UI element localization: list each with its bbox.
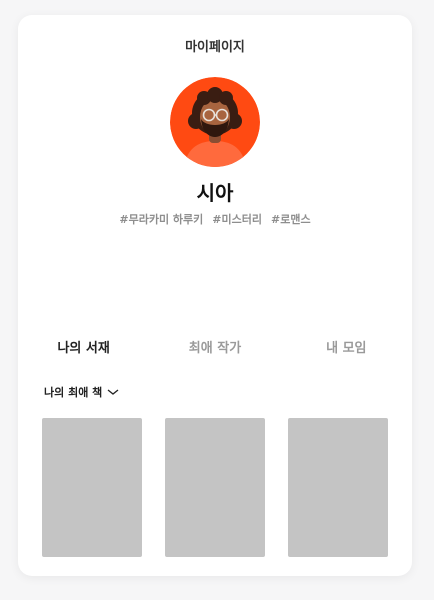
user-avatar-icon (170, 77, 260, 167)
profile-tag[interactable]: #로맨스 (271, 211, 311, 227)
tab-my-library[interactable]: 나의 서재 (18, 337, 149, 356)
profile-tags: #무라카미 하루키 #미스터리 #로맨스 (18, 211, 412, 227)
profile-tag[interactable]: #미스터리 (212, 211, 262, 227)
profile-avatar[interactable] (170, 77, 260, 167)
mypage-card: 마이페이지 시아 #무라카미 하루키 #미스터리 #로맨스 나의 서재 최애 작… (18, 15, 412, 576)
page-title: 마이페이지 (185, 40, 245, 55)
shelf-dropdown[interactable]: 나의 최애 책 (44, 384, 120, 400)
book-cover-placeholder[interactable] (165, 418, 265, 557)
chevron-down-icon (107, 389, 119, 395)
tab-my-groups[interactable]: 내 모임 (281, 337, 412, 356)
profile-tabs: 나의 서재 최애 작가 내 모임 (18, 337, 412, 356)
profile-nickname: 시아 (196, 181, 234, 205)
book-cover-placeholder[interactable] (288, 418, 388, 557)
tab-favorite-authors[interactable]: 최애 작가 (149, 337, 280, 356)
shelf-dropdown-label: 나의 최애 책 (44, 386, 103, 399)
book-cover-placeholder[interactable] (42, 418, 142, 557)
profile-tag[interactable]: #무라카미 하루키 (119, 211, 203, 227)
book-list (42, 418, 388, 557)
